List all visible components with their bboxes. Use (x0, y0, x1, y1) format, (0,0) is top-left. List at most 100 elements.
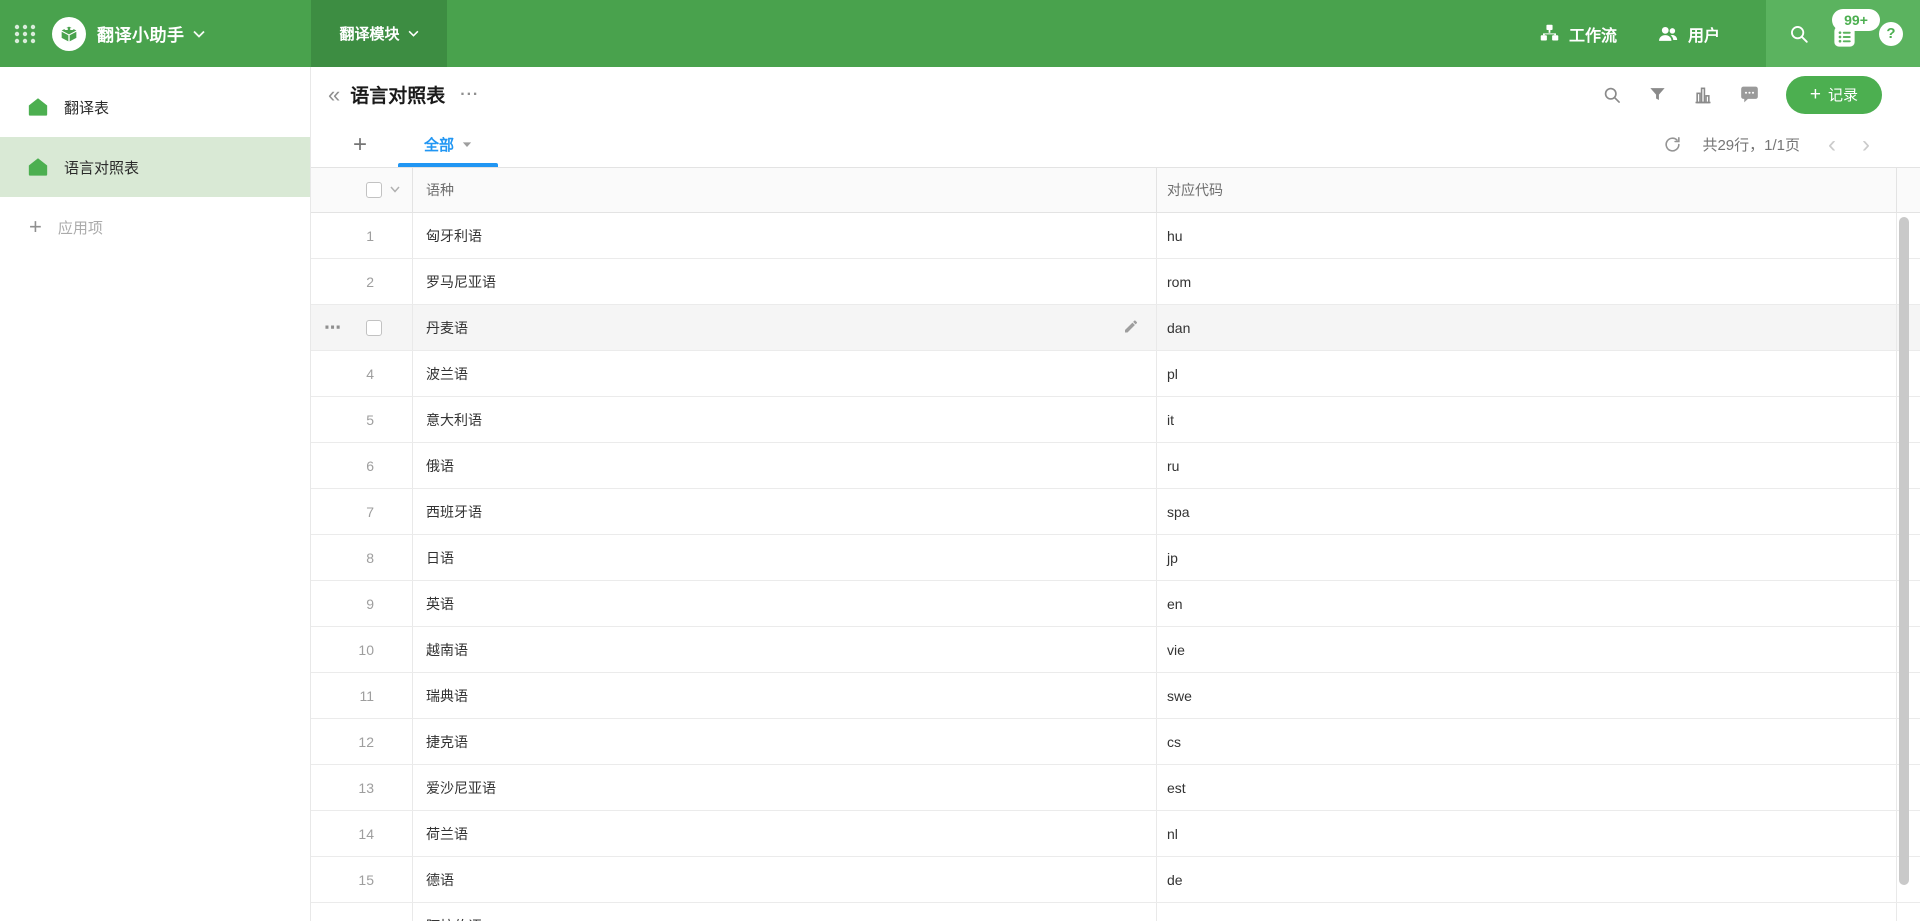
table-row[interactable]: ⋯ 10 越南语 vie (311, 627, 1920, 673)
cell-code[interactable]: swe (1157, 673, 1897, 718)
cell-code[interactable]: nl (1157, 811, 1897, 856)
cell-code[interactable]: en (1157, 581, 1897, 626)
nav-workflow[interactable]: 工作流 (1539, 22, 1617, 46)
table-row[interactable]: ⋯ 1 匈牙利语 hu (311, 213, 1920, 259)
app-name[interactable]: 翻译小助手 (97, 21, 185, 46)
cell-code[interactable]: ru (1157, 443, 1897, 488)
statistics-icon[interactable] (1693, 85, 1713, 105)
cell-language[interactable]: 瑞典语 (413, 673, 1157, 718)
row-gutter: ⋯ 7 (311, 489, 413, 534)
row-checkbox[interactable] (366, 320, 382, 336)
notifications-icon[interactable]: 99+ (1831, 23, 1858, 50)
app-logo-icon[interactable] (52, 17, 86, 51)
tab-all-records[interactable]: 全部 (398, 122, 498, 167)
cell-code[interactable]: de (1157, 857, 1897, 902)
cell-code[interactable]: rom (1157, 259, 1897, 304)
cell-language[interactable]: 荷兰语 (413, 811, 1157, 856)
table-row[interactable]: ⋯ 4 波兰语 pl (311, 351, 1920, 397)
column-header-language[interactable]: 语种 (413, 168, 1157, 212)
table-row[interactable]: ⋯ 3 丹麦语 dan (311, 305, 1920, 351)
select-all-checkbox[interactable] (366, 182, 382, 198)
cell-language[interactable]: 越南语 (413, 627, 1157, 672)
prev-page-icon[interactable]: ‹ (1828, 133, 1836, 157)
table-row[interactable]: ⋯ 14 荷兰语 nl (311, 811, 1920, 857)
cell-language[interactable]: 爱沙尼亚语 (413, 765, 1157, 810)
cell-language[interactable]: 丹麦语 (413, 305, 1157, 350)
cell-language[interactable]: 日语 (413, 535, 1157, 580)
refresh-icon[interactable] (1663, 135, 1682, 154)
cell-language[interactable]: 捷克语 (413, 719, 1157, 764)
sidebar-item-translation-table[interactable]: 翻译表 (0, 77, 310, 137)
row-number: 10 (358, 642, 374, 658)
search-records-icon[interactable] (1602, 85, 1622, 105)
cell-language[interactable]: 匈牙利语 (413, 213, 1157, 258)
next-page-icon[interactable]: › (1862, 133, 1870, 157)
filter-icon[interactable] (1648, 85, 1667, 104)
module-tab[interactable]: 翻译模块 (311, 0, 447, 67)
cell-code-text: est (1167, 780, 1186, 796)
cell-code-text: vie (1167, 642, 1185, 658)
add-record-button[interactable]: + 记录 (1786, 76, 1882, 114)
cell-code[interactable]: hu (1157, 213, 1897, 258)
cell-language[interactable]: 波兰语 (413, 351, 1157, 396)
select-chevron-down-icon[interactable] (390, 186, 400, 193)
cell-code[interactable]: it (1157, 397, 1897, 442)
sidebar-item-language-map-table[interactable]: 语言对照表 (0, 137, 310, 197)
nav-users[interactable]: 用户 (1657, 22, 1720, 46)
cell-code[interactable]: jp (1157, 535, 1897, 580)
edit-icon[interactable] (1123, 318, 1139, 337)
apps-grid-icon[interactable] (12, 21, 38, 47)
row-number: 15 (358, 872, 374, 888)
cell-code[interactable]: spa (1157, 489, 1897, 534)
table-row[interactable]: ⋯ 12 捷克语 cs (311, 719, 1920, 765)
table-row[interactable]: ⋯ 9 英语 en (311, 581, 1920, 627)
vertical-scrollbar[interactable] (1899, 217, 1909, 885)
cell-language[interactable]: 阿拉伯语 (413, 903, 1157, 921)
cell-language[interactable]: 罗马尼亚语 (413, 259, 1157, 304)
collapse-sidebar-icon[interactable]: « (328, 84, 340, 106)
table-row[interactable]: ⋯ 8 日语 jp (311, 535, 1920, 581)
more-options-icon[interactable]: ··· (460, 86, 479, 104)
table-row[interactable]: ⋯ 7 西班牙语 spa (311, 489, 1920, 535)
app-chevron-down-icon[interactable] (193, 30, 205, 38)
row-gutter: ⋯ 6 (311, 443, 413, 488)
cell-language-text: 德语 (426, 870, 454, 890)
cell-language-text: 西班牙语 (426, 502, 482, 522)
row-number: 16 (358, 918, 374, 921)
table-row[interactable]: ⋯ 5 意大利语 it (311, 397, 1920, 443)
discussion-icon[interactable] (1739, 84, 1760, 105)
cell-language[interactable]: 英语 (413, 581, 1157, 626)
row-menu-icon[interactable]: ⋯ (324, 318, 341, 338)
sidebar: 翻译表 语言对照表 + 应用项 (0, 67, 311, 921)
view-toolbar: + 记录 (1602, 76, 1882, 114)
cell-code-text: en (1167, 596, 1183, 612)
worksheet-home-icon (27, 96, 49, 118)
cell-code[interactable]: cs (1157, 719, 1897, 764)
cell-code-text: spa (1167, 504, 1190, 520)
table-row[interactable]: ⋯ 6 俄语 ru (311, 443, 1920, 489)
column-header-code[interactable]: 对应代码 (1157, 168, 1897, 212)
table-row[interactable]: ⋯ 13 爱沙尼亚语 est (311, 765, 1920, 811)
global-search-icon[interactable] (1788, 23, 1810, 45)
table-row[interactable]: ⋯ 16 阿拉伯语 ara (311, 903, 1920, 921)
help-icon[interactable]: ? (1879, 22, 1903, 46)
cell-code[interactable]: pl (1157, 351, 1897, 396)
table-row[interactable]: ⋯ 11 瑞典语 swe (311, 673, 1920, 719)
row-number: 14 (358, 826, 374, 842)
notification-count-badge: 99+ (1832, 9, 1880, 31)
add-view-icon[interactable]: + (348, 133, 372, 157)
table-row[interactable]: ⋯ 2 罗马尼亚语 rom (311, 259, 1920, 305)
cell-language[interactable]: 俄语 (413, 443, 1157, 488)
cell-language-text: 荷兰语 (426, 824, 468, 844)
cell-language[interactable]: 德语 (413, 857, 1157, 902)
cell-language[interactable]: 西班牙语 (413, 489, 1157, 534)
table-row[interactable]: ⋯ 15 德语 de (311, 857, 1920, 903)
sidebar-add-app-item[interactable]: + 应用项 (0, 197, 310, 257)
row-gutter: ⋯ 15 (311, 857, 413, 902)
cell-code[interactable]: ara (1157, 903, 1897, 921)
plus-icon: + (1810, 85, 1821, 104)
cell-code[interactable]: dan (1157, 305, 1897, 350)
cell-code[interactable]: vie (1157, 627, 1897, 672)
cell-code[interactable]: est (1157, 765, 1897, 810)
cell-language[interactable]: 意大利语 (413, 397, 1157, 442)
